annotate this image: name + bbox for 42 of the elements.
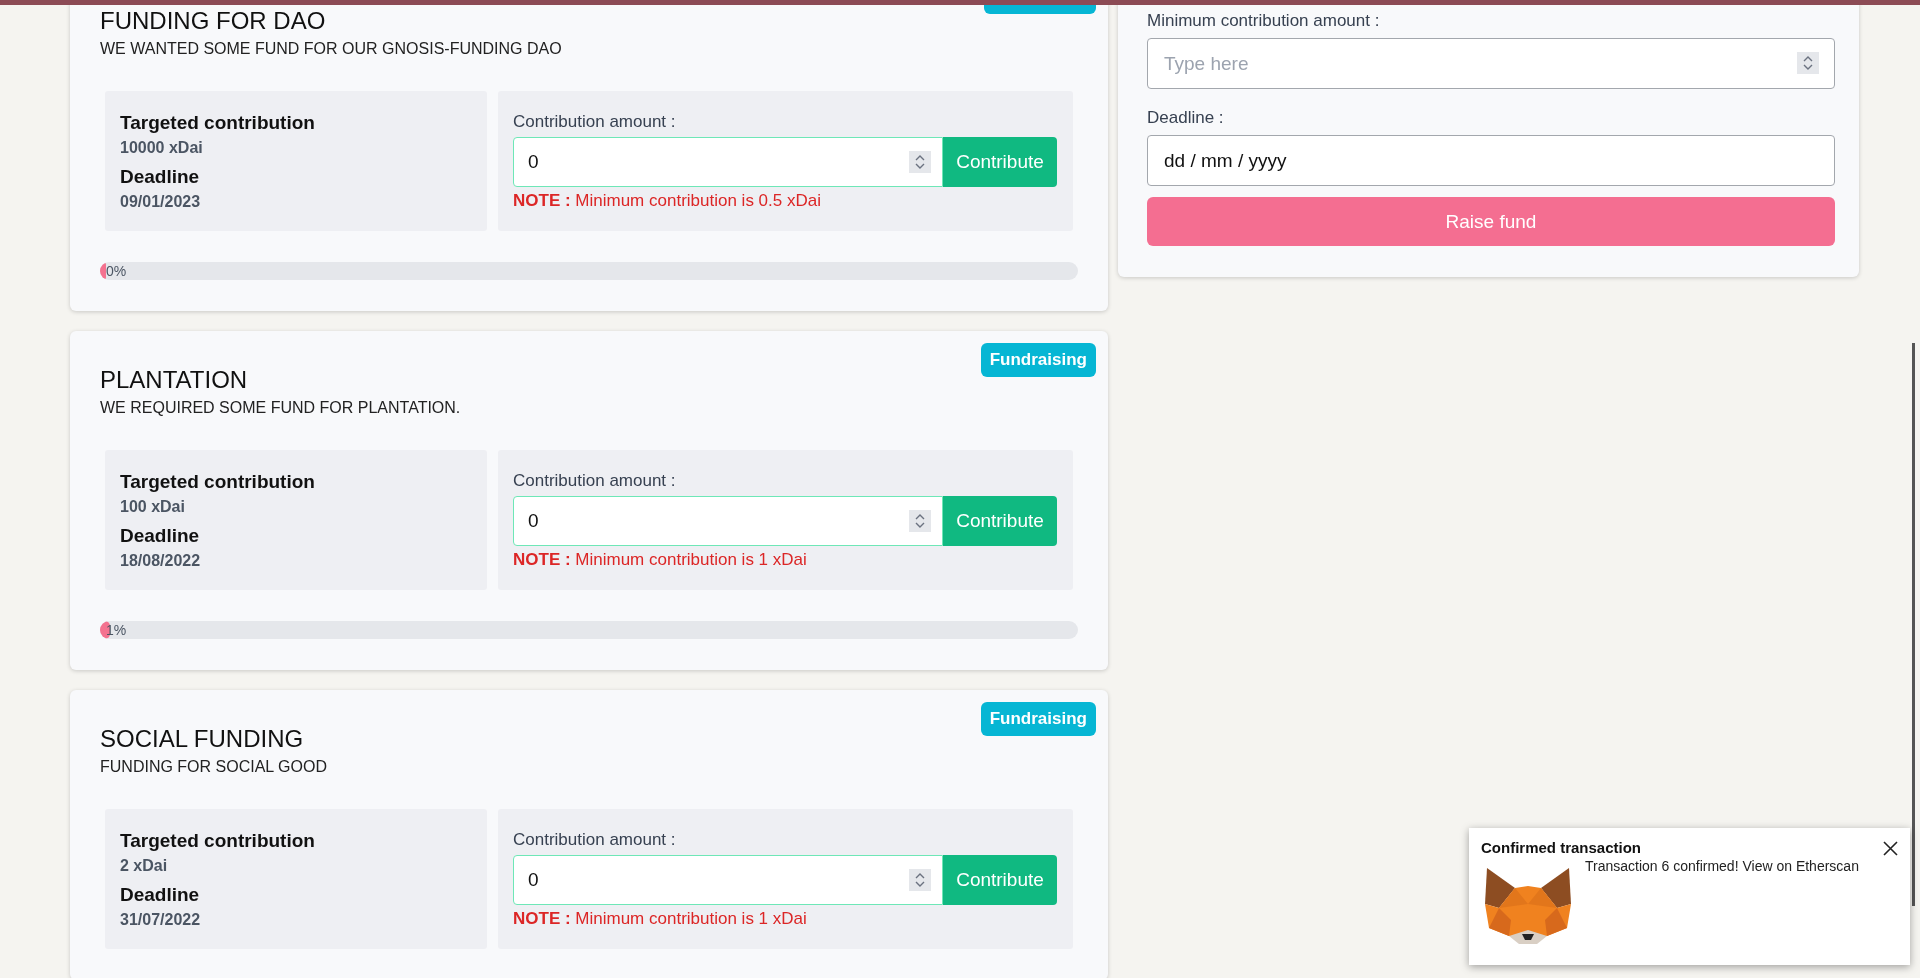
deadline-value: 18/08/2022 — [120, 551, 202, 571]
minimum-amount-input[interactable]: Type here — [1147, 38, 1835, 89]
deadline-label: Deadline — [120, 524, 201, 548]
amount-label: Contribution amount : — [513, 829, 677, 851]
close-icon[interactable] — [1883, 841, 1898, 856]
minimum-note: NOTE : Minimum contribution is 1 xDai — [513, 908, 808, 930]
spinner-icon[interactable] — [909, 869, 931, 891]
deadline-input[interactable]: dd / mm / yyyy — [1147, 135, 1835, 186]
amount-label: Contribution amount : — [513, 111, 677, 133]
spinner-icon[interactable] — [909, 151, 931, 173]
target-label: Targeted contribution — [120, 111, 316, 135]
target-label: Targeted contribution — [120, 829, 316, 853]
amount-input[interactable]: 0 — [513, 855, 943, 905]
target-label: Targeted contribution — [120, 470, 316, 494]
target-value: 10000 xDai — [120, 138, 204, 158]
minimum-note: NOTE : Minimum contribution is 1 xDai — [513, 549, 808, 571]
project-title: SOCIAL FUNDING — [100, 724, 305, 754]
scrollbar[interactable] — [1912, 343, 1915, 906]
progress-label: 0% — [106, 262, 127, 280]
project-description: WE WANTED SOME FUND FOR OUR GNOSIS-FUNDING DAO — [100, 39, 563, 59]
minimum-amount-label: Minimum contribution amount : — [1147, 10, 1381, 32]
deadline-value: 09/01/2023 — [120, 192, 202, 212]
project-description: WE REQUIRED SOME FUND FOR PLANTATION. — [100, 398, 462, 418]
notification-message: Transaction 6 confirmed! View on Etherscan — [1585, 857, 1860, 876]
project-title: FUNDING FOR DAO — [100, 6, 327, 36]
deadline-label: Deadline — [120, 165, 201, 189]
deadline-value: 31/07/2022 — [120, 910, 202, 930]
minimum-note: NOTE : Minimum contribution is 0.5 xDai — [513, 190, 822, 212]
target-value: 2 xDai — [120, 856, 169, 876]
status-badge: Fundraising — [980, 702, 1096, 736]
project-description: FUNDING FOR SOCIAL GOOD — [100, 757, 328, 777]
amount-label: Contribution amount : — [513, 470, 677, 492]
status-badge: Fundraising — [980, 343, 1096, 377]
notification-title: Confirmed transaction — [1481, 838, 1642, 858]
project-title: PLANTATION — [100, 365, 249, 395]
spinner-icon[interactable] — [1797, 52, 1819, 74]
target-value: 100 xDai — [120, 497, 186, 517]
deadline-label: Deadline : — [1147, 107, 1225, 129]
spinner-icon[interactable] — [909, 510, 931, 532]
amount-input[interactable]: 0 — [513, 496, 943, 546]
amount-input[interactable]: 0 — [513, 137, 943, 187]
deadline-label: Deadline — [120, 883, 201, 907]
